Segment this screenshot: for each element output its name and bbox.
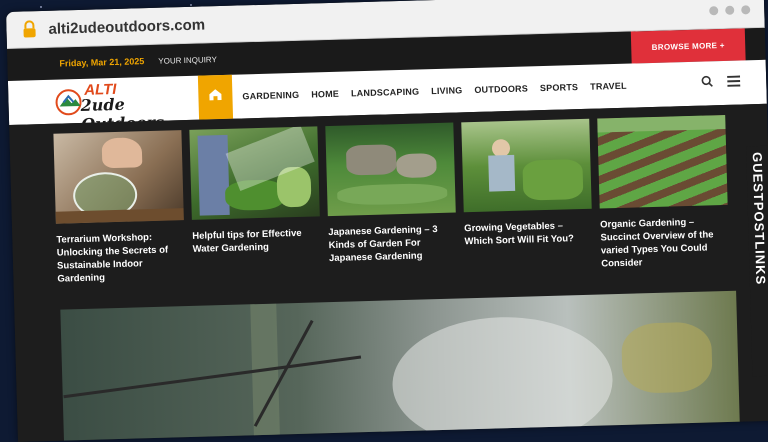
nav-item-landscaping[interactable]: LANDSCAPING — [351, 86, 419, 98]
search-icon[interactable] — [701, 74, 713, 92]
home-icon — [208, 88, 222, 106]
post-thumbnail-organic-garden[interactable] — [597, 114, 728, 209]
nav-menu: GARDENING HOME LANDSCAPING LIVING OUTDOO… — [242, 81, 627, 102]
guestpostlinks-badge[interactable]: GUESTPOSTLINKS — [746, 145, 768, 377]
nav-item-sports[interactable]: SPORTS — [540, 82, 578, 93]
post-card[interactable]: Organic Gardening – Succinct Overview of… — [597, 114, 729, 271]
guestpostlinks-text: GUESTPOSTLINKS — [749, 151, 768, 286]
post-thumbnail-japanese-garden[interactable] — [325, 122, 456, 217]
post-title[interactable]: Organic Gardening – Succinct Overview of… — [600, 215, 729, 271]
post-title[interactable]: Growing Vegetables – Which Sort Will Fit… — [464, 219, 593, 249]
post-thumbnail-vegetables[interactable] — [461, 118, 592, 213]
nav-item-living[interactable]: LIVING — [431, 85, 462, 96]
main-content: Terrarium Workshop: Unlocking the Secret… — [9, 103, 768, 442]
post-card[interactable]: Terrarium Workshop: Unlocking the Secret… — [53, 130, 185, 286]
post-thumbnail-terrarium[interactable] — [53, 130, 184, 224]
window-controls — [709, 4, 751, 15]
lock-icon — [14, 20, 44, 39]
site-logo[interactable]: ALTI 2ude Outdoors — [54, 79, 191, 134]
hero-image-mist-irrigation[interactable] — [60, 290, 741, 442]
nav-item-home[interactable]: HOME — [311, 89, 339, 100]
home-button[interactable] — [197, 74, 234, 120]
post-title[interactable]: Japanese Gardening – 3 Kinds of Garden F… — [328, 223, 457, 266]
current-date: Friday, Mar 21, 2025 — [59, 56, 145, 69]
url-text[interactable]: alti2udeoutdoors.com — [48, 16, 205, 37]
featured-posts: Terrarium Workshop: Unlocking the Secret… — [9, 104, 768, 287]
post-title[interactable]: Helpful tips for Effective Water Gardeni… — [192, 226, 321, 256]
window-dot-icon[interactable] — [725, 5, 735, 15]
post-card[interactable]: Japanese Gardening – 3 Kinds of Garden F… — [325, 122, 457, 279]
your-inquiry-link[interactable]: YOUR INQUIRY — [158, 55, 217, 66]
post-card[interactable]: Growing Vegetables – Which Sort Will Fit… — [461, 118, 593, 275]
background-star — [190, 4, 192, 6]
browse-more-button[interactable]: BROWSE MORE + — [630, 28, 746, 64]
background-star — [40, 6, 42, 8]
nav-icons — [701, 74, 741, 93]
window-dot-icon[interactable] — [741, 4, 751, 14]
browser-window: alti2udeoutdoors.com Friday, Mar 21, 202… — [6, 0, 768, 442]
post-card[interactable]: Helpful tips for Effective Water Gardeni… — [189, 126, 321, 282]
post-title[interactable]: Terrarium Workshop: Unlocking the Secret… — [56, 230, 185, 286]
post-thumbnail-water-gardening[interactable] — [189, 126, 320, 220]
hamburger-menu-icon[interactable] — [727, 74, 741, 92]
nav-item-outdoors[interactable]: OUTDOORS — [474, 83, 528, 94]
nav-item-travel[interactable]: TRAVEL — [590, 81, 627, 92]
window-dot-icon[interactable] — [709, 5, 719, 15]
nav-item-gardening[interactable]: GARDENING — [242, 90, 299, 102]
